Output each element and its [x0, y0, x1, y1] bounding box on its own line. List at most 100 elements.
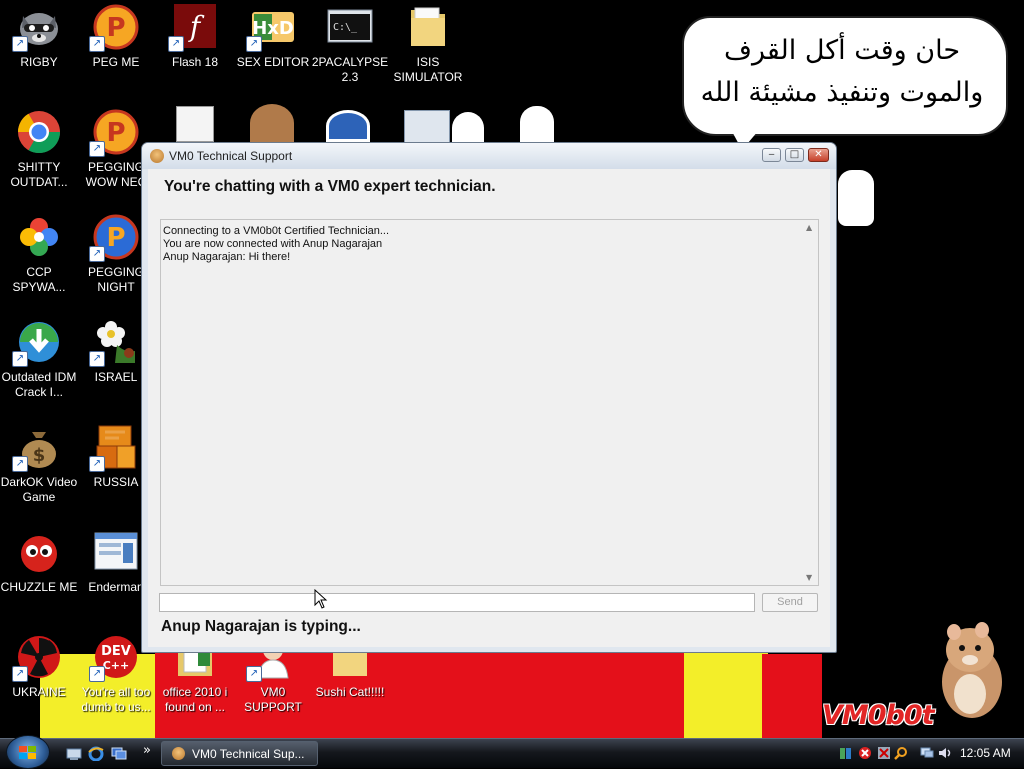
app-icon	[150, 149, 164, 163]
icon-label: Flash 18	[171, 55, 219, 69]
icon-label: Sushi Cat!!!!!	[315, 685, 385, 699]
chat-log[interactable]: Connecting to a VM0b0t Certified Technic…	[160, 219, 819, 586]
desktop-icon-2pacalypse[interactable]: C:\_ 2PACALYPSE 2.3	[310, 4, 390, 85]
hex-editor-icon: HxD ↗	[246, 4, 296, 52]
icon-label: 2PACALYPSE 2.3	[311, 55, 389, 84]
show-desktop-icon[interactable]	[66, 746, 82, 761]
desktop-icon-chuzzle-me[interactable]: CHUZZLE ME	[0, 529, 79, 595]
partial-flash-icon	[176, 106, 214, 142]
typing-status: Anup Nagarajan is typing...	[161, 618, 361, 635]
people-icon[interactable]	[839, 746, 853, 760]
desktop-icon-ukraine[interactable]: ↗ UKRAINE	[0, 634, 79, 700]
maximize-button[interactable]: □	[785, 148, 804, 162]
desktop-icon-sex-editor[interactable]: HxD ↗ SEX EDITOR	[233, 4, 313, 70]
svg-text:C++: C++	[103, 659, 130, 672]
desktop-icon-ccp-spyware[interactable]: CCP SPYWA...	[0, 214, 79, 295]
wallpaper-yellow-area	[684, 652, 768, 738]
system-tray: 12:05 AM	[834, 740, 1024, 767]
app-icon	[172, 747, 185, 760]
money-bag-icon: $ ↗	[12, 424, 62, 472]
peggle-icon: P ↗	[89, 4, 139, 52]
chat-scrollbar[interactable]: ▲ ▼	[802, 220, 818, 585]
shortcut-arrow-icon: ↗	[12, 666, 28, 682]
close-button[interactable]: ✕	[808, 148, 829, 162]
flower-icon: ↗	[89, 319, 139, 367]
partial-window-icon	[404, 110, 450, 144]
monitor-icon[interactable]	[920, 746, 934, 760]
scroll-up-icon[interactable]: ▲	[806, 223, 812, 232]
icon-label: DarkOK Video Game	[0, 475, 78, 504]
chuzzle-icon	[16, 529, 62, 575]
photos-icon	[16, 214, 62, 260]
icon-label: CHUZZLE ME	[0, 580, 78, 594]
blocks-icon: ↗	[89, 424, 139, 472]
svg-text:P: P	[106, 118, 125, 148]
start-button[interactable]	[6, 735, 50, 769]
switch-windows-icon[interactable]	[111, 746, 127, 761]
security-alert-icon[interactable]	[858, 746, 872, 760]
shortcut-arrow-icon: ↗	[246, 666, 262, 682]
hamster-image	[942, 622, 1002, 718]
terminal-icon: C:\_	[327, 4, 373, 50]
send-button[interactable]: Send	[762, 593, 818, 612]
icon-label: UKRAINE	[12, 685, 66, 699]
volume-icon[interactable]	[938, 746, 952, 760]
wallpaper-hand-finger	[838, 170, 874, 226]
flash-icon: f ↗	[168, 4, 218, 52]
download-manager-icon: ↗	[12, 319, 62, 367]
icon-label: You're all too dumb to us...	[81, 685, 151, 714]
vm0b0t-logo: VM0b0t	[822, 700, 935, 731]
svg-text:P: P	[106, 223, 125, 253]
raccoon-icon: ↗	[12, 4, 62, 52]
shortcut-arrow-icon: ↗	[89, 36, 105, 52]
taskbar-button-vm0-support[interactable]: VM0 Technical Sup...	[161, 741, 318, 766]
dev-cpp-icon: DEV C++ ↗	[89, 634, 139, 682]
chat-messages: Connecting to a VM0b0t Certified Technic…	[163, 225, 389, 264]
svg-text:P: P	[106, 13, 125, 43]
network-icon[interactable]	[877, 746, 891, 760]
window-app-icon	[93, 529, 139, 575]
minimize-button[interactable]: ‒	[762, 148, 781, 162]
chat-heading: You're chatting with a VM0 expert techni…	[164, 178, 496, 195]
shortcut-arrow-icon: ↗	[89, 666, 105, 682]
icon-label: ISIS SIMULATOR	[393, 55, 463, 84]
desktop-icon-outdated-idm[interactable]: ↗ Outdated IDM Crack I...	[0, 319, 79, 400]
icon-label: RIGBY	[20, 55, 58, 69]
message-input[interactable]	[159, 593, 755, 612]
chat-window: VM0 Technical Support ‒ □ ✕ You're chatt…	[141, 142, 837, 653]
clock[interactable]: 12:05 AM	[960, 746, 1011, 760]
desktop-icon-flash-18[interactable]: f ↗ Flash 18	[155, 4, 235, 70]
peggle-night-icon: P ↗	[89, 214, 139, 262]
search-icon[interactable]	[894, 746, 908, 760]
desktop-icon-shitty-outdated[interactable]: SHITTY OUTDAT...	[0, 109, 79, 190]
shortcut-arrow-icon: ↗	[12, 36, 28, 52]
shortcut-arrow-icon: ↗	[89, 141, 105, 157]
icon-label: SEX EDITOR	[236, 55, 310, 69]
svg-text:$: $	[33, 445, 46, 466]
scroll-down-icon[interactable]: ▼	[806, 573, 812, 582]
internet-explorer-icon[interactable]	[88, 746, 104, 761]
icon-label: Outdated IDM Crack I...	[1, 370, 77, 399]
window-titlebar[interactable]: VM0 Technical Support ‒ □ ✕	[142, 143, 836, 169]
quicklaunch-more-icon[interactable]: »	[143, 743, 151, 758]
partial-portrait-icon	[250, 104, 294, 142]
window-title: VM0 Technical Support	[169, 149, 293, 163]
taskbar: » VM0 Technical Sup... 12:05 AM	[0, 735, 1024, 769]
shortcut-arrow-icon: ↗	[89, 456, 105, 472]
peggle-icon: P ↗	[89, 109, 139, 157]
chrome-icon	[16, 109, 62, 155]
chat-message: Connecting to a VM0b0t Certified Technic…	[163, 225, 390, 237]
icon-label: CCP SPYWA...	[12, 265, 66, 294]
desktop-icon-darkok-video-game[interactable]: $ ↗ DarkOK Video Game	[0, 424, 79, 505]
desktop-icon-peg-me[interactable]: P ↗ PEG ME	[76, 4, 156, 70]
taskbar-button-label: VM0 Technical Sup...	[192, 747, 305, 761]
shortcut-arrow-icon: ↗	[246, 36, 262, 52]
radiation-icon: ↗	[12, 634, 62, 682]
desktop-wallpaper: حان وقت أكل القرف والموت وتنفيذ مشيئة ال…	[0, 0, 1024, 738]
icon-label: VM0 SUPPORT	[244, 685, 302, 714]
desktop-icon-rigby[interactable]: ↗ RIGBY	[0, 4, 79, 70]
icon-label: PEG ME	[92, 55, 140, 69]
desktop-icon-isis-simulator[interactable]: ISIS SIMULATOR	[388, 4, 468, 85]
shortcut-arrow-icon: ↗	[168, 36, 184, 52]
svg-text:C:\_: C:\_	[333, 22, 358, 33]
